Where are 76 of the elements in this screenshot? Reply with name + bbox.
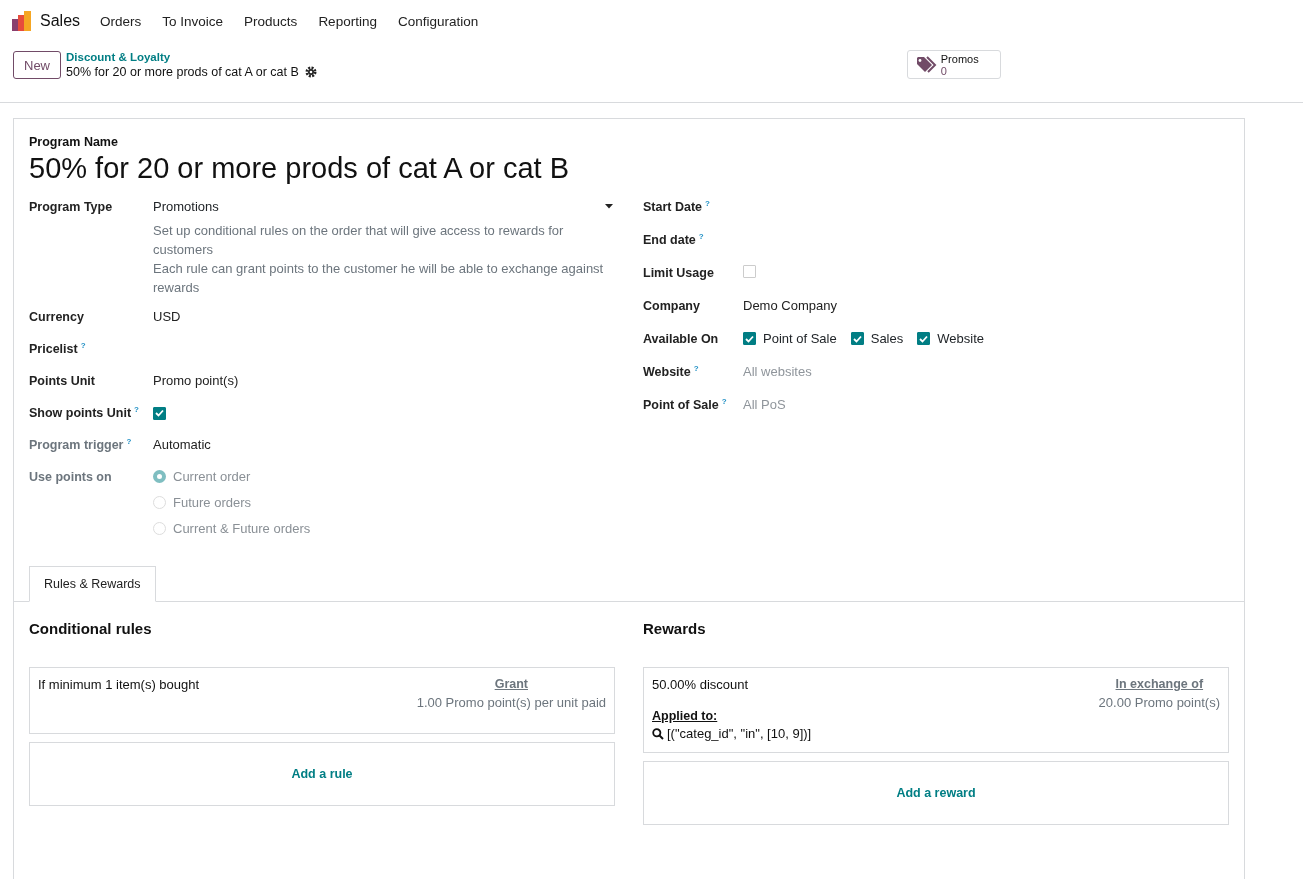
- exchange-value: 20.00 Promo point(s): [1098, 695, 1220, 710]
- tab[interactable]: Rules & Rewards: [29, 566, 156, 602]
- radio-label: Future orders: [173, 495, 252, 510]
- help-mark[interactable]: ?: [134, 405, 139, 414]
- menu-item[interactable]: Products: [244, 13, 298, 29]
- grant-value: 1.00 Promo point(s) per unit paid: [416, 695, 606, 710]
- checkmark-icon: [919, 334, 929, 343]
- rule-condition: If minimum 1 item(s) bought: [38, 677, 200, 694]
- applied-to-label: Applied to:: [652, 709, 718, 723]
- new-button[interactable]: New: [13, 51, 61, 79]
- field-label: Website: [643, 365, 691, 380]
- help-mark[interactable]: ?: [705, 199, 710, 208]
- checkbox[interactable]: [850, 332, 864, 345]
- help-mark[interactable]: ?: [721, 397, 727, 406]
- field-label: Company: [643, 299, 700, 313]
- field-label: Show points Unit: [29, 406, 132, 421]
- menu-item[interactable]: Reporting: [318, 13, 377, 29]
- field-label: Program Name: [29, 135, 119, 149]
- field-label: Points Unit: [29, 374, 95, 388]
- domain-expression: [("categ_id", "in", [10, 9])]: [667, 726, 812, 741]
- app-name[interactable]: Sales: [40, 12, 81, 30]
- checkbox-label: Website: [937, 331, 984, 346]
- checkbox[interactable]: [917, 332, 931, 345]
- breadcrumb-link[interactable]: Discount & Loyalty: [66, 50, 317, 64]
- field-label: End date: [643, 233, 696, 248]
- checkmark-icon: [155, 409, 164, 417]
- rule-card[interactable]: If minimum 1 item(s) bought Grant 1.00 Promo point(s) per unit paid: [29, 667, 615, 734]
- add-rule-link[interactable]: Add a rule: [291, 767, 353, 781]
- field-label: Program trigger: [29, 438, 124, 453]
- section-title: Rewards: [643, 620, 707, 637]
- radio-button[interactable]: [153, 470, 166, 483]
- reward-card[interactable]: 50.00% discount Applied to: [("categ_id", "in", [10, 9])] In exchange of 20.00 Promo point(s): [643, 667, 1229, 753]
- promos-smart-button[interactable]: Promos 0: [906, 50, 1001, 79]
- help-mark[interactable]: ?: [80, 341, 86, 350]
- checkbox[interactable]: [153, 406, 166, 420]
- field-value[interactable]: USD: [153, 309, 181, 324]
- tag-icon: [915, 55, 938, 74]
- field-label: Limit Usage: [643, 266, 714, 280]
- radio-label: Current & Future orders: [173, 521, 311, 536]
- checkmark-icon: [745, 334, 754, 343]
- record-title: 50% for 20 or more prods of cat A or cat B: [66, 64, 299, 80]
- help-mark[interactable]: ?: [698, 232, 704, 241]
- menu-item[interactable]: To Invoice: [162, 13, 224, 29]
- menu-item[interactable]: Configuration: [397, 13, 479, 29]
- field-label: Currency: [29, 310, 84, 324]
- radio-button[interactable]: [153, 522, 166, 535]
- help-mark[interactable]: ?: [126, 437, 132, 446]
- exchange-label: In exchange of: [1115, 677, 1204, 691]
- add-reward-link[interactable]: Add a reward: [896, 786, 976, 800]
- field-value[interactable]: Automatic: [153, 437, 211, 452]
- checkbox[interactable]: [743, 332, 756, 345]
- field-label: Start Date: [643, 200, 703, 215]
- program-type-select[interactable]: Promotions: [153, 199, 615, 214]
- field-value[interactable]: Promo point(s): [153, 373, 239, 388]
- section-title: Conditional rules: [29, 620, 153, 637]
- field-label: Use points on: [29, 470, 112, 484]
- checkbox-label: Sales: [870, 331, 904, 346]
- field-label: Point of Sale: [643, 398, 719, 413]
- field-label: Program Type: [29, 200, 113, 214]
- help-mark[interactable]: ?: [693, 364, 699, 373]
- reward-description: 50.00% discount: [652, 677, 749, 692]
- radio-button[interactable]: [153, 496, 166, 509]
- radio-label: Current order: [173, 469, 251, 484]
- field-label: Available On: [643, 332, 719, 346]
- field-label: Pricelist: [29, 342, 78, 357]
- settings-icon[interactable]: [304, 66, 317, 78]
- menu-item[interactable]: Orders: [100, 13, 142, 29]
- checkbox-label: Point of Sale: [763, 331, 837, 346]
- field-value[interactable]: Demo Company: [743, 298, 837, 313]
- program-name-field[interactable]: 50% for 20 or more prods of cat A or cat B: [29, 152, 1229, 185]
- checkmark-icon: [852, 334, 862, 343]
- app-logo-icon: [12, 11, 32, 31]
- caret-icon: [605, 204, 613, 209]
- grant-label: Grant: [494, 677, 528, 691]
- search-icon: [652, 727, 664, 740]
- field-description: Set up conditional rules on the order that will give access to rewards for customers Each rule can grant points to the customer he will be able to exchange against rewards: [153, 222, 605, 297]
